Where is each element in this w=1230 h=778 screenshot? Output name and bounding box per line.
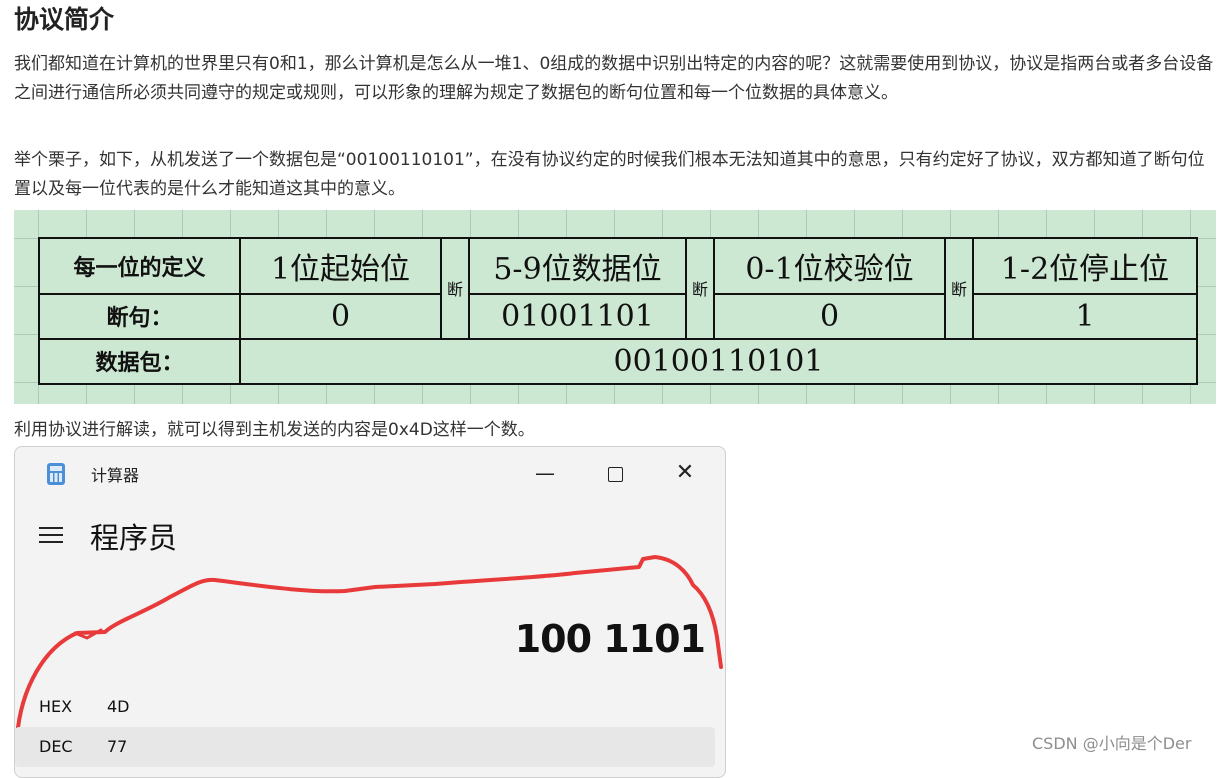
- hex-label: HEX: [39, 697, 73, 716]
- value-parity-bit: 0: [713, 292, 946, 340]
- hex-value: 4D: [107, 697, 130, 716]
- mode-title: 程序员: [90, 521, 178, 555]
- maximize-button[interactable]: [597, 457, 633, 489]
- dec-value: 77: [107, 737, 128, 756]
- break-marker: 断: [440, 237, 470, 339]
- field-stop-bits: 1-2位停止位: [972, 237, 1198, 295]
- window-title: 计算器: [91, 466, 140, 485]
- close-button[interactable]: ✕: [667, 457, 703, 489]
- protocol-table-image: 每一位的定义 1位起始位 断 5-9位数据位 断 0-1位校验位 断 1-2位停…: [14, 210, 1216, 404]
- menu-icon[interactable]: [39, 525, 63, 545]
- break-marker: 断: [685, 237, 715, 339]
- value-start-bit: 0: [239, 292, 442, 340]
- definition-row: 每一位的定义 1位起始位 断 5-9位数据位 断 0-1位校验位 断 1-2位停…: [38, 237, 1198, 339]
- dec-label: DEC: [39, 737, 73, 756]
- maximize-icon: [607, 467, 623, 482]
- row-label-packet: 数据包：: [38, 337, 241, 386]
- conclusion-paragraph: 利用协议进行解读，就可以得到主机发送的内容是0x4D这样一个数。: [14, 420, 535, 440]
- row-label-definition: 每一位的定义: [38, 237, 241, 295]
- segment-row: 断句： 0 01001101 0 1: [38, 292, 1198, 340]
- value-data-bits: 01001101: [468, 292, 687, 340]
- dec-row[interactable]: DEC 77: [15, 727, 715, 767]
- calculator-app-icon: [47, 463, 65, 485]
- break-marker: 断: [944, 237, 974, 339]
- calculator-display: 100 1101: [514, 617, 706, 661]
- section-heading: 协议简介: [14, 5, 115, 34]
- protocol-table: 每一位的定义 1位起始位 断 5-9位数据位 断 0-1位校验位 断 1-2位停…: [38, 237, 1198, 386]
- packet-row: 数据包： 00100110101: [38, 337, 1198, 386]
- field-start-bit: 1位起始位: [239, 237, 442, 295]
- intro-paragraph: 我们都知道在计算机的世界里只有0和1，那么计算机是怎么从一堆1、0组成的数据中识…: [14, 54, 1214, 103]
- field-data-bits: 5-9位数据位: [468, 237, 687, 295]
- calculator-window: 计算器 — ✕ 程序员 100 1101 HEX 4D DEC 77: [14, 446, 726, 778]
- example-paragraph: 举个栗子，如下，从机发送了一个数据包是“00100110101”，在没有协议约定…: [14, 150, 1205, 199]
- field-parity-bit: 0-1位校验位: [713, 237, 946, 295]
- watermark: CSDN @小向是个Der: [1032, 734, 1192, 753]
- row-label-segment: 断句：: [38, 292, 241, 340]
- value-stop-bits: 1: [972, 292, 1198, 340]
- minimize-button[interactable]: —: [527, 457, 563, 489]
- packet-value: 00100110101: [239, 337, 1198, 386]
- hex-row[interactable]: HEX 4D: [15, 687, 715, 727]
